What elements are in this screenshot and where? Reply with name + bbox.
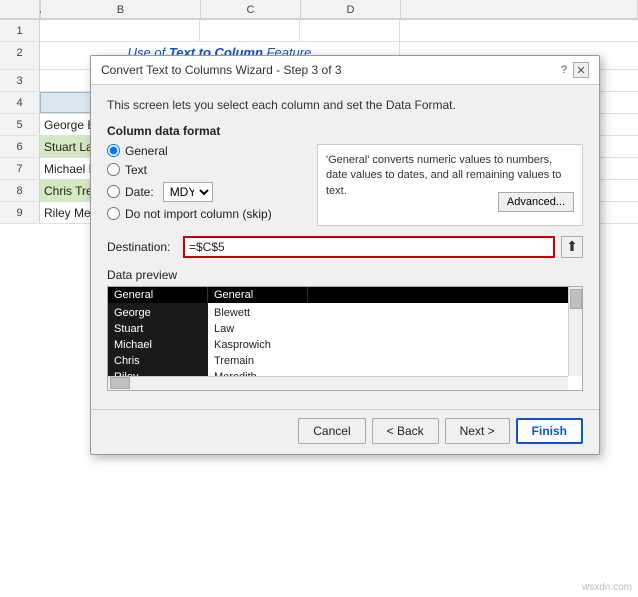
destination-label: Destination: [107, 240, 177, 254]
table-row: 1 [0, 20, 638, 42]
preview-header-row: General General [108, 287, 582, 303]
preview-scrollbar-vertical[interactable] [568, 287, 582, 376]
preview-row: George [108, 303, 208, 319]
radio-general[interactable] [107, 144, 120, 157]
back-button[interactable]: < Back [372, 418, 439, 444]
preview-header-col1: General [108, 287, 208, 303]
dialog-body: This screen lets you select each column … [91, 85, 599, 401]
radio-date-label: Date: [125, 185, 154, 199]
corner-header [0, 0, 40, 19]
date-format-select[interactable]: MDY DMY YMD [163, 182, 213, 202]
destination-select-icon[interactable]: ⬆ [561, 236, 583, 258]
dialog-title: Convert Text to Columns Wizard - Step 3 … [101, 63, 342, 77]
preview-row: Stuart [108, 319, 208, 335]
format-section: General Text Date: MDY DMY YM [107, 144, 583, 226]
radio-skip[interactable] [107, 207, 120, 220]
radio-column: General Text Date: MDY DMY YM [107, 144, 307, 226]
dialog-description: This screen lets you select each column … [107, 97, 583, 114]
info-box: 'General' converts numeric values to num… [317, 144, 583, 226]
radio-text-item: Text [107, 163, 307, 177]
preview-col1: George Stuart Michael Chris Riley [108, 303, 208, 383]
col-header-d: D [301, 0, 401, 19]
dialog-footer: Cancel < Back Next > Finish [91, 409, 599, 454]
info-text: 'General' converts numeric values to num… [326, 154, 561, 197]
preview-scrollbar-horizontal[interactable] [108, 376, 568, 390]
preview-row: Tremain [208, 351, 582, 367]
data-preview-box: General General George Stuart Michael Ch… [107, 286, 583, 391]
col-headers: A B C D [0, 0, 638, 20]
preview-row: Michael [108, 335, 208, 351]
close-button[interactable]: ✕ [573, 62, 589, 78]
radio-skip-label: Do not import column (skip) [125, 207, 272, 221]
preview-row: Law [208, 319, 582, 335]
preview-col2: Blewett Law Kasprowich Tremain Meredith [208, 303, 582, 383]
help-button[interactable]: ? [561, 64, 567, 76]
col-header-b: B [41, 0, 201, 19]
col-header-c: C [201, 0, 301, 19]
spreadsheet: A B C D 1 2 Use of Text to Column Featur… [0, 0, 638, 597]
destination-row: Destination: ⬆ [107, 236, 583, 258]
cancel-button[interactable]: Cancel [298, 418, 365, 444]
col-header-rest [401, 0, 638, 19]
dialog-titlebar: Convert Text to Columns Wizard - Step 3 … [91, 56, 599, 85]
preview-row: Chris [108, 351, 208, 367]
scroll-thumb-horizontal[interactable] [110, 377, 130, 389]
preview-row: Blewett [208, 303, 582, 319]
radio-skip-item: Do not import column (skip) [107, 207, 307, 221]
radio-text[interactable] [107, 163, 120, 176]
preview-row: Kasprowich [208, 335, 582, 351]
radio-date[interactable] [107, 185, 120, 198]
radio-general-label: General [125, 144, 168, 158]
radio-general-item: General [107, 144, 307, 158]
radio-text-label: Text [125, 163, 147, 177]
preview-data-area: George Stuart Michael Chris Riley Blewet… [108, 303, 582, 383]
advanced-button[interactable]: Advanced... [498, 192, 574, 212]
scroll-thumb-vertical[interactable] [570, 289, 582, 309]
data-preview-label: Data preview [107, 268, 583, 282]
next-button[interactable]: Next > [445, 418, 510, 444]
radio-date-item: Date: MDY DMY YMD [107, 182, 307, 202]
dialog-controls: ? ✕ [561, 62, 589, 78]
watermark: wsxdn.com [582, 582, 632, 593]
finish-button[interactable]: Finish [516, 418, 583, 444]
dialog: Convert Text to Columns Wizard - Step 3 … [90, 55, 600, 455]
preview-header-col2: General [208, 287, 308, 303]
column-format-label: Column data format [107, 124, 583, 138]
destination-input[interactable] [183, 236, 555, 258]
